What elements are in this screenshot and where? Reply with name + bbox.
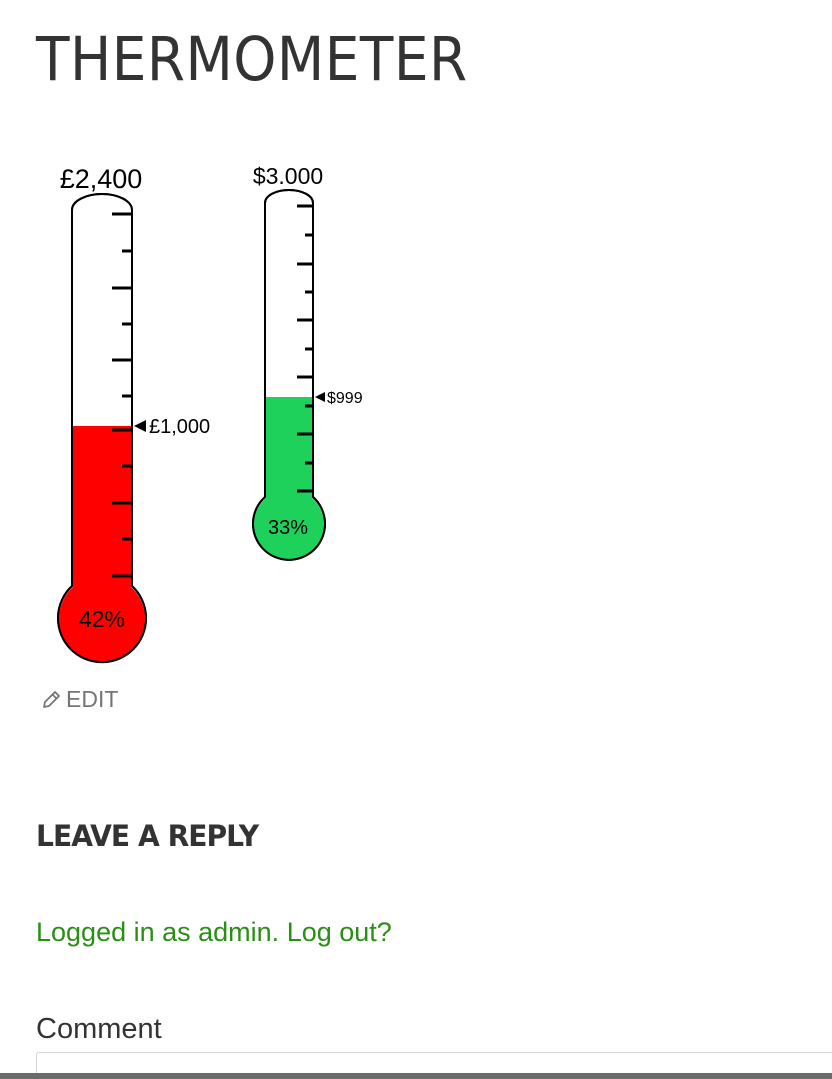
leave-a-reply-heading: LEAVE A REPLY <box>36 819 259 853</box>
thermometer-gbp-target-label: £2,400 <box>60 164 143 194</box>
thermometer-usd-raised-label: $999 <box>327 390 363 407</box>
thermometer-usd-target-label: $3.000 <box>253 163 323 189</box>
thermometer-gbp-marker-arrow <box>134 420 146 432</box>
edit-label: EDIT <box>66 686 119 712</box>
thermometer-usd-percent-label: 33% <box>268 517 308 539</box>
comment-label: Comment <box>36 1013 162 1045</box>
logged-in-notice: Logged in as admin. Log out? <box>36 914 392 950</box>
edit-link[interactable]: EDIT <box>40 686 118 713</box>
thermometers-graphic: £2,400 £1,000 42% $3.000 $999 33% <box>57 163 363 664</box>
log-out-link[interactable]: Log out? <box>287 917 392 947</box>
thermometer-gbp-percent-label: 42% <box>79 606 125 632</box>
thermometer-usd-marker-arrow <box>315 392 325 402</box>
window-bottom-edge <box>0 1073 832 1079</box>
page-title: THERMOMETER <box>36 24 468 95</box>
pencil-icon <box>43 690 60 708</box>
thermometer-usd: $3.000 $999 33% <box>252 163 363 561</box>
thermometer-gbp-raised-label: £1,000 <box>149 416 210 438</box>
logged-in-as-admin-link[interactable]: Logged in as admin. <box>36 917 279 947</box>
thermometer-gbp: £2,400 £1,000 42% <box>57 164 210 664</box>
